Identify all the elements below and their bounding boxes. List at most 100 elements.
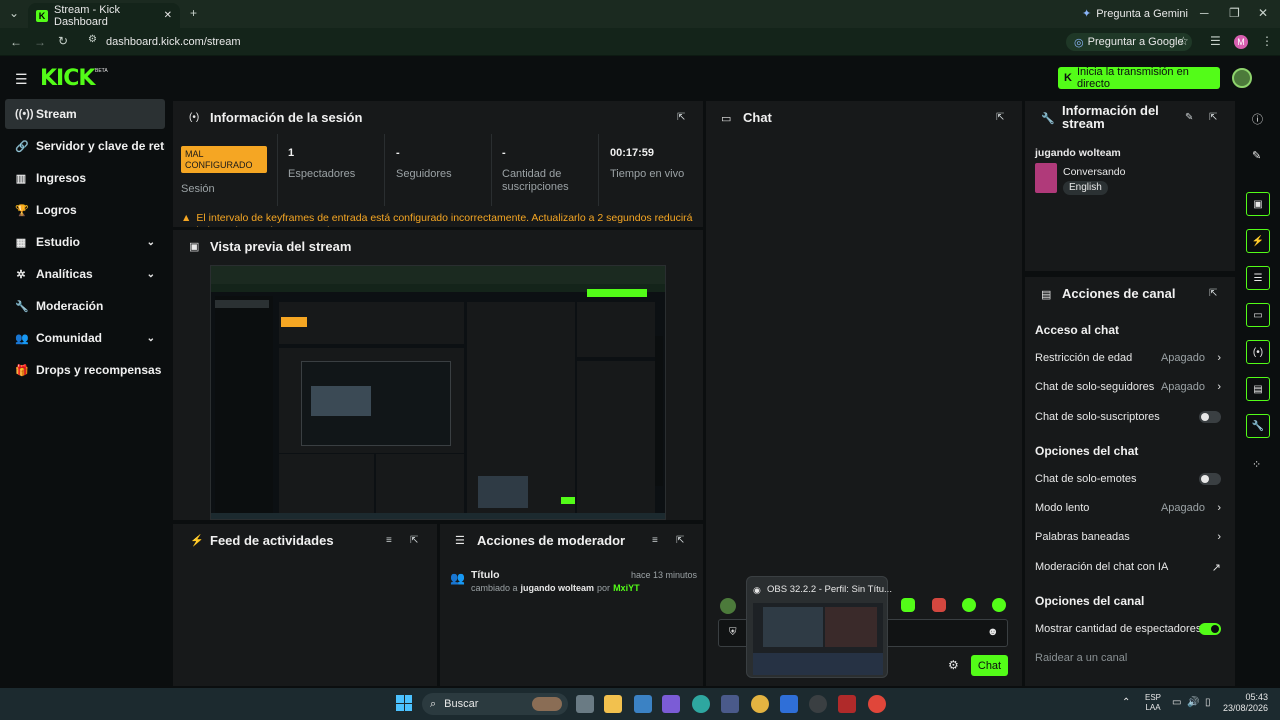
browser-tab[interactable]: K Stream - Kick Dashboard ✕ (28, 3, 180, 28)
layout-settings-icon[interactable]: ⁘ (1252, 458, 1261, 471)
broadcast-icon[interactable]: (•) (1246, 340, 1270, 364)
emotes-only-toggle[interactable] (1199, 473, 1221, 485)
go-live-button[interactable]: K Inicia la transmisión en directo (1058, 66, 1220, 90)
preview-title: Vista previa del stream (210, 239, 352, 254)
battery-icon[interactable]: ▯ (1205, 697, 1211, 708)
gear-icon[interactable]: ⚙ (948, 658, 959, 672)
user-avatar[interactable] (1232, 68, 1252, 88)
slow-mode-row[interactable]: Modo lento Apagado › (1035, 502, 1225, 514)
followers-only-row[interactable]: Chat de solo-seguidores Apagado › (1035, 381, 1225, 393)
tab-list-icon[interactable]: ⌄ (9, 6, 19, 20)
task-view-icon[interactable] (576, 695, 594, 713)
url-input[interactable]: dashboard.kick.com/stream (106, 36, 241, 48)
list-icon[interactable]: ☰ (1246, 266, 1270, 290)
emote-icon[interactable] (932, 598, 946, 612)
reading-list-icon[interactable]: ☰ (1210, 34, 1221, 48)
profile-avatar[interactable]: M (1234, 35, 1248, 49)
stream-preview-video[interactable] (210, 265, 666, 520)
emote-icon[interactable] (962, 598, 976, 612)
store-icon[interactable] (634, 695, 652, 713)
app-icon[interactable] (780, 695, 798, 713)
clock[interactable]: 05:43 23/08/2026 (1220, 692, 1268, 714)
taskbar-search[interactable]: ⌕ Buscar (422, 693, 568, 715)
chart-bar-icon: ▥ (15, 172, 27, 185)
google-lens-button[interactable]: ◎ Preguntar a Google (1066, 33, 1192, 51)
sidebar-item-analiticas[interactable]: ✲ Analíticas ⌄ (5, 259, 165, 289)
popout-icon[interactable]: ⇱ (676, 535, 684, 546)
chat-bubble-icon[interactable]: ▭ (1246, 303, 1270, 327)
minimize-icon[interactable]: ─ (1200, 6, 1209, 20)
age-restriction-row[interactable]: Restricción de edad Apagado › (1035, 352, 1225, 364)
back-icon[interactable]: ← (10, 35, 22, 49)
emote-icon[interactable] (901, 598, 915, 612)
site-info-icon[interactable]: ⚙ (88, 34, 97, 45)
ai-moderation-row[interactable]: Moderación del chat con IA ↗ (1035, 561, 1225, 574)
channel-actions-icon[interactable]: ▤ (1246, 377, 1270, 401)
app-icon[interactable] (838, 695, 856, 713)
chrome-icon[interactable] (751, 695, 769, 713)
reload-icon[interactable]: ↻ (58, 34, 68, 48)
menu-kebab-icon[interactable]: ⋮ (1261, 34, 1273, 48)
kick-logo[interactable]: KICK (40, 66, 95, 91)
banned-words-row[interactable]: Palabras baneadas › (1035, 531, 1225, 543)
subscribers-only-toggle[interactable] (1199, 411, 1221, 423)
edit-pencil-icon[interactable]: ✎ (1185, 112, 1193, 123)
app-icon[interactable] (721, 695, 739, 713)
info-icon[interactable]: ⓘ (1252, 111, 1263, 127)
sidebar-item-estudio[interactable]: ▦ Estudio ⌄ (5, 227, 165, 257)
popout-icon[interactable]: ⇱ (410, 535, 418, 546)
lang-bottom: LAA (1145, 703, 1161, 712)
chevron-up-icon[interactable]: ⌃ (1122, 697, 1130, 708)
new-tab-icon[interactable]: + (190, 6, 197, 20)
gemini-button[interactable]: ✦ Pregunta a Gemini (1082, 7, 1188, 21)
sidebar-item-moderacion[interactable]: 🔧 Moderación (5, 291, 165, 321)
shield-icon[interactable]: ⛨ (729, 627, 737, 638)
session-title: Información de la sesión (210, 110, 363, 125)
sidebar-item-drops[interactable]: 🎁 Drops y recompensas (5, 355, 165, 385)
row-label: Restricción de edad (1035, 352, 1133, 364)
bookmark-star-icon[interactable]: ☆ (1178, 34, 1189, 48)
sidebar-item-ingresos[interactable]: ▥ Ingresos (5, 163, 165, 193)
emoji-icon[interactable]: ☻ (987, 626, 999, 638)
sidebar-item-stream[interactable]: ((•)) Stream (5, 99, 165, 129)
obs-preview-title: OBS 32.2.2 - Perfil: Sin Títu... (767, 584, 892, 595)
popout-icon[interactable]: ⇱ (1209, 112, 1217, 123)
sidebar-item-comunidad[interactable]: 👥 Comunidad ⌄ (5, 323, 165, 353)
obs-taskbar-preview[interactable]: ◉ OBS 32.2.2 - Perfil: Sin Títu... (746, 576, 892, 678)
volume-icon[interactable]: 🔊 (1187, 697, 1199, 708)
entry-user[interactable]: MxiYT (613, 583, 640, 593)
close-window-icon[interactable]: ✕ (1258, 6, 1268, 20)
section-chat-access: Acceso al chat (1035, 323, 1120, 337)
filter-icon[interactable]: ≡ (652, 535, 658, 546)
emote-icon[interactable] (992, 598, 1006, 612)
language-indicator[interactable]: ESP LAA (1145, 693, 1161, 713)
obs-icon[interactable] (809, 695, 827, 713)
copilot-icon[interactable] (662, 695, 680, 713)
forward-icon[interactable]: → (34, 35, 46, 49)
chat-send-button[interactable]: Chat (971, 655, 1008, 676)
popout-icon[interactable]: ⇱ (996, 112, 1004, 123)
chrome-icon[interactable] (868, 695, 886, 713)
popout-icon[interactable]: ⇱ (677, 112, 685, 123)
popout-icon[interactable]: ⇱ (1209, 288, 1217, 299)
raid-channel-row[interactable]: Raidear a un canal (1035, 652, 1225, 664)
sidebar-item-server-key[interactable]: 🔗 Servidor y clave de retransmisión (5, 131, 165, 161)
sidebar-item-label: Estudio (36, 235, 80, 249)
filter-icon[interactable]: ≡ (386, 535, 392, 546)
edit-pencil-icon[interactable]: ✎ (1252, 149, 1261, 162)
entry-prefix: cambiado a (471, 583, 518, 593)
show-viewers-toggle[interactable] (1199, 623, 1221, 635)
network-icon[interactable]: ▭ (1172, 697, 1181, 708)
preview-toggle-icon[interactable]: ▣ (1246, 192, 1270, 216)
sidebar-item-label: Ingresos (36, 171, 87, 185)
windows-start-icon[interactable] (396, 695, 412, 711)
hamburger-menu-icon[interactable]: ☰ (15, 71, 28, 88)
wrench-icon[interactable]: 🔧 (1246, 414, 1270, 438)
sidebar-item-logros[interactable]: 🏆 Logros (5, 195, 165, 225)
lightning-icon[interactable]: ⚡ (1246, 229, 1270, 253)
edge-icon[interactable] (692, 695, 710, 713)
maximize-icon[interactable]: ❐ (1229, 6, 1240, 20)
close-tab-icon[interactable]: ✕ (164, 10, 172, 21)
chat-avatar[interactable] (720, 598, 736, 614)
file-explorer-icon[interactable] (604, 695, 622, 713)
